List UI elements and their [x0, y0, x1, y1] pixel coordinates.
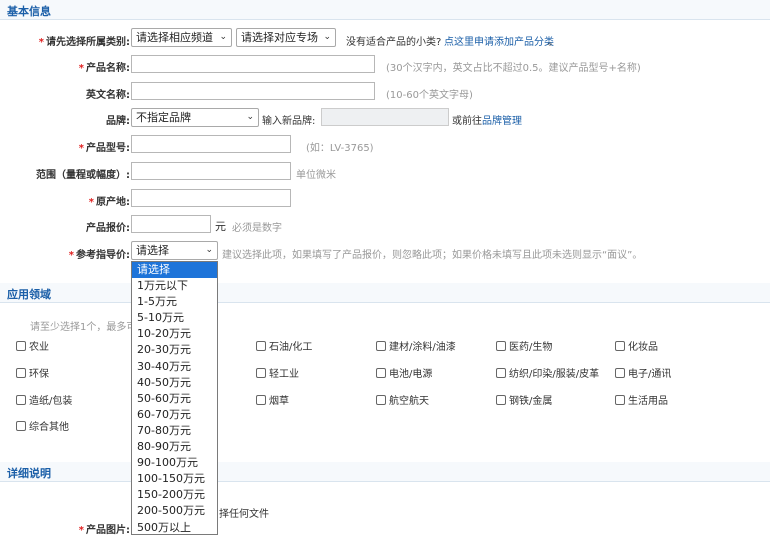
- range-unit: 单位微米: [296, 170, 336, 181]
- checkbox-electronics[interactable]: 电子/通讯: [615, 365, 671, 380]
- chevron-down-icon: ⌄: [219, 32, 227, 42]
- section-detail: 详细说明: [0, 462, 770, 482]
- chevron-down-icon: ⌄: [323, 32, 331, 42]
- checkbox-box[interactable]: [376, 368, 386, 378]
- dropdown-option[interactable]: 50-60万元: [132, 391, 217, 407]
- range-input[interactable]: [131, 162, 291, 180]
- dropdown-option[interactable]: 10-20万元: [132, 326, 217, 342]
- dropdown-option[interactable]: 200-500万元: [132, 503, 217, 519]
- checkbox-agriculture[interactable]: 农业: [16, 338, 49, 353]
- checkbox-steel[interactable]: 钢铁/金属: [496, 392, 552, 407]
- checkbox-light-industry[interactable]: 轻工业: [256, 365, 299, 380]
- dropdown-option[interactable]: 150-200万元: [132, 487, 217, 503]
- dropdown-option[interactable]: 1万元以下: [132, 278, 217, 294]
- product-image-label: * 产品图片:: [78, 525, 130, 536]
- chevron-down-icon: ⌄: [205, 245, 213, 255]
- checkbox-box[interactable]: [256, 368, 266, 378]
- period-text: 。: [548, 37, 558, 48]
- checkbox-box[interactable]: [615, 341, 625, 351]
- checkbox-environment[interactable]: 环保: [16, 365, 49, 380]
- checkbox-box[interactable]: [256, 341, 266, 351]
- price-hint: 必须是数字: [232, 223, 282, 234]
- origin-input[interactable]: [131, 189, 291, 207]
- dropdown-option[interactable]: 1-5万元: [132, 294, 217, 310]
- dropdown-option[interactable]: 5-10万元: [132, 310, 217, 326]
- model-input[interactable]: [131, 135, 291, 153]
- application-hint: 请至少选择1个，最多可: [30, 322, 137, 333]
- price-input[interactable]: [131, 215, 211, 233]
- ref-price-dropdown-list[interactable]: 请选择 1万元以下 1-5万元 5-10万元 10-20万元 20-30万元 3…: [131, 261, 218, 535]
- checkbox-medicine[interactable]: 医药/生物: [496, 338, 552, 353]
- section-basic-info-title: 基本信息: [7, 5, 51, 18]
- add-category-link[interactable]: 点这里申请添加产品分类: [444, 33, 554, 48]
- channel-select[interactable]: 请选择相应频道 ⌄: [131, 28, 232, 47]
- checkbox-tobacco[interactable]: 烟草: [256, 392, 289, 407]
- checkbox-aerospace[interactable]: 航空航天: [376, 392, 429, 407]
- dropdown-option[interactable]: 500万以上: [132, 520, 217, 536]
- checkbox-box[interactable]: [376, 341, 386, 351]
- checkbox-textile[interactable]: 纺织/印染/服装/皮革: [496, 365, 599, 380]
- dropdown-option[interactable]: 80-90万元: [132, 439, 217, 455]
- file-chooser-text[interactable]: 择任何文件: [219, 505, 269, 520]
- origin-label: * 原产地:: [88, 197, 130, 208]
- range-label: 范围（量程或幅度）:: [36, 170, 130, 181]
- dropdown-option[interactable]: 100-150万元: [132, 471, 217, 487]
- checkbox-box[interactable]: [256, 395, 266, 405]
- brand-label: 品牌:: [106, 116, 130, 127]
- english-name-hint: (10-60个英文字母): [386, 90, 473, 101]
- model-label: * 产品型号:: [78, 143, 130, 154]
- price-unit: 元: [215, 220, 226, 233]
- new-brand-label: 输入新品牌:: [262, 116, 316, 127]
- dropdown-option[interactable]: 请选择: [132, 262, 217, 279]
- brand-select[interactable]: 不指定品牌 ⌄: [131, 108, 259, 127]
- dropdown-option[interactable]: 30-40万元: [132, 359, 217, 375]
- section-detail-title: 详细说明: [7, 467, 51, 480]
- dropdown-option[interactable]: 20-30万元: [132, 342, 217, 358]
- model-hint: (如：LV-3765): [306, 143, 374, 154]
- dropdown-option[interactable]: 90-100万元: [132, 455, 217, 471]
- checkbox-box[interactable]: [615, 368, 625, 378]
- checkbox-battery[interactable]: 电池/电源: [376, 365, 432, 380]
- price-label: 产品报价:: [86, 223, 130, 234]
- dropdown-option[interactable]: 40-50万元: [132, 375, 217, 391]
- checkbox-box[interactable]: [496, 341, 506, 351]
- section-application: 应用领域: [0, 283, 770, 303]
- product-name-hint: (30个汉字内，英文占比不超过0.5。建议产品型号+名称): [386, 63, 641, 74]
- dropdown-option[interactable]: 60-70万元: [132, 407, 217, 423]
- checkbox-building-materials[interactable]: 建材/涂料/油漆: [376, 338, 456, 353]
- section-application-title: 应用领域: [7, 288, 51, 301]
- product-name-label: * 产品名称:: [78, 63, 130, 74]
- ref-price-select[interactable]: 请选择 ⌄: [131, 241, 218, 260]
- checkbox-box[interactable]: [16, 395, 26, 405]
- checkbox-box[interactable]: [16, 421, 26, 431]
- checkbox-box[interactable]: [496, 395, 506, 405]
- checkbox-box[interactable]: [615, 395, 625, 405]
- brand-manage-prefix: 或前往: [452, 116, 482, 127]
- product-name-input[interactable]: [131, 55, 375, 73]
- brand-manage-link[interactable]: 品牌管理: [482, 112, 522, 127]
- english-name-input[interactable]: [131, 82, 375, 100]
- no-category-text: 没有适合产品的小类?: [346, 37, 442, 48]
- ref-price-hint: 建议选择此项，如果填写了产品报价，则忽略此项；如果价格未填写且此项未选则显示“面…: [222, 250, 643, 261]
- category-label: * 请先选择所属类别:: [38, 37, 130, 48]
- checkbox-box[interactable]: [496, 368, 506, 378]
- checkbox-box[interactable]: [376, 395, 386, 405]
- chevron-down-icon: ⌄: [246, 112, 254, 122]
- new-brand-input[interactable]: [321, 108, 449, 126]
- ref-price-label: * 参考指导价:: [68, 250, 130, 261]
- checkbox-box[interactable]: [16, 368, 26, 378]
- section-basic-info: 基本信息: [0, 0, 770, 20]
- topic-select[interactable]: 请选择对应专场 ⌄: [236, 28, 336, 47]
- dropdown-option[interactable]: 70-80万元: [132, 423, 217, 439]
- checkbox-daily-goods[interactable]: 生活用品: [615, 392, 668, 407]
- checkbox-other[interactable]: 综合其他: [16, 418, 69, 433]
- checkbox-petrochemical[interactable]: 石油/化工: [256, 338, 312, 353]
- checkbox-box[interactable]: [16, 341, 26, 351]
- english-name-label: 英文名称:: [86, 90, 130, 101]
- checkbox-cosmetics[interactable]: 化妆品: [615, 338, 658, 353]
- checkbox-paper[interactable]: 造纸/包装: [16, 392, 72, 407]
